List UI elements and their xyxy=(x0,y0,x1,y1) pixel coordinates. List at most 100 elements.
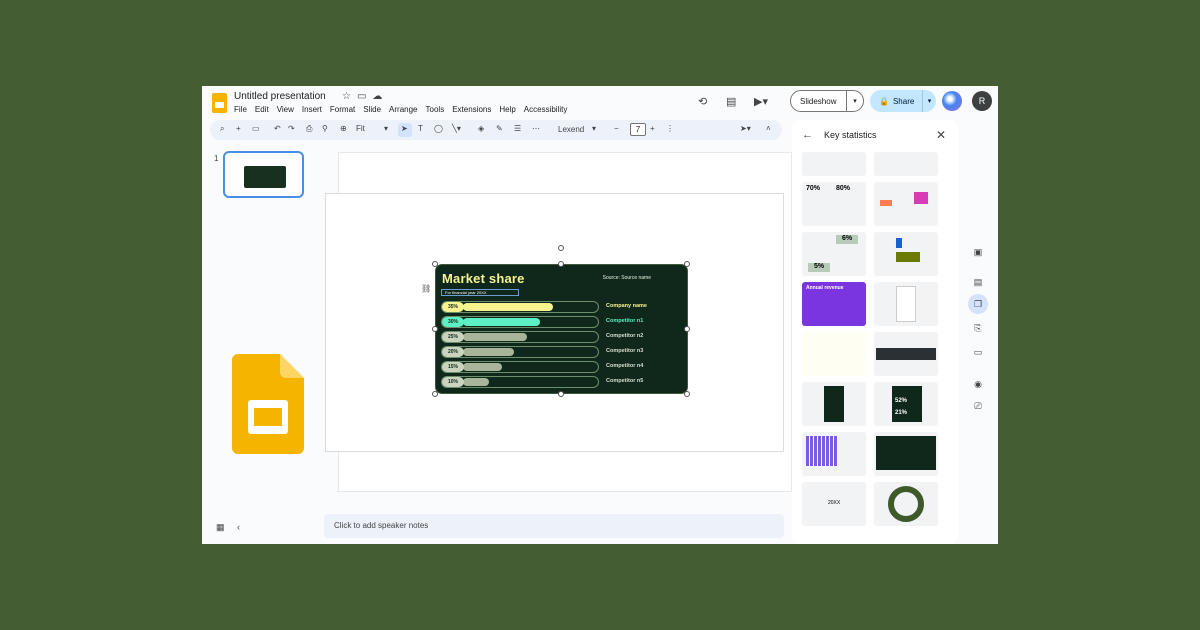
comments-icon[interactable]: ▤ xyxy=(726,95,736,108)
slides-logo-icon[interactable] xyxy=(212,93,227,113)
menu-extensions[interactable]: Extensions xyxy=(452,105,491,114)
bar-row[interactable]: 25% xyxy=(441,331,599,343)
chevron-down-icon[interactable]: ▾ xyxy=(846,91,863,111)
present-icon[interactable]: ⎚ xyxy=(968,396,988,416)
history-icon[interactable]: ⟲ xyxy=(698,95,707,108)
shape-icon[interactable]: ◯ xyxy=(434,124,443,133)
template-card[interactable] xyxy=(802,382,866,426)
grid-view-icon[interactable]: ▦ ‹ xyxy=(216,522,240,533)
menu-view[interactable]: View xyxy=(277,105,294,114)
bar-row[interactable]: 15% xyxy=(441,361,599,373)
resize-handle[interactable] xyxy=(684,326,690,332)
templates-icon[interactable]: ❐ xyxy=(968,294,988,314)
font-size-input[interactable]: 7 xyxy=(630,123,646,136)
document-title[interactable]: Untitled presentation xyxy=(234,91,326,102)
template-card[interactable] xyxy=(802,432,866,476)
line-icon[interactable]: ╲▾ xyxy=(452,124,461,133)
close-icon[interactable]: ✕ xyxy=(936,128,946,142)
search-menus-icon[interactable]: ⌕ xyxy=(220,124,224,134)
zoom-icon[interactable]: ⊕ xyxy=(340,124,347,133)
font-select[interactable]: Lexend xyxy=(554,123,604,137)
share-button[interactable]: 🔒 Share ▾ xyxy=(870,90,936,112)
layout-icon[interactable]: ▭ xyxy=(252,124,260,133)
more-options-icon[interactable]: ⋮ xyxy=(666,124,674,133)
menu-file[interactable]: File xyxy=(234,105,247,114)
gemini-icon[interactable] xyxy=(942,91,962,111)
template-card[interactable] xyxy=(874,152,938,176)
bar-row[interactable]: 10% xyxy=(441,376,599,388)
record-icon[interactable]: ◉ xyxy=(968,374,988,394)
template-card[interactable] xyxy=(874,282,938,326)
border-color-icon[interactable]: ✎ xyxy=(496,124,503,133)
text-box-icon[interactable]: T xyxy=(418,124,423,133)
resize-handle[interactable] xyxy=(432,391,438,397)
back-arrow-icon[interactable]: ← xyxy=(802,129,813,141)
speaker-notes[interactable]: Click to add speaker notes xyxy=(324,514,784,538)
bar-row[interactable]: 35% xyxy=(441,301,599,313)
resize-handle[interactable] xyxy=(558,391,564,397)
template-card[interactable] xyxy=(874,432,938,476)
folder-icon[interactable]: ▭ xyxy=(968,342,988,362)
slideshow-button[interactable]: Slideshow ▾ xyxy=(790,90,864,112)
resize-handle[interactable] xyxy=(432,326,438,332)
template-card[interactable] xyxy=(874,182,938,226)
template-card[interactable]: 70% 80% xyxy=(802,182,866,226)
bar-fill xyxy=(463,303,553,311)
link-off-icon[interactable]: ⛓ xyxy=(421,284,431,293)
print-icon[interactable]: ⎙ xyxy=(306,124,312,134)
template-card[interactable] xyxy=(802,152,866,176)
redo-icon[interactable]: ↷ xyxy=(288,124,295,133)
template-card[interactable] xyxy=(874,232,938,276)
chevron-down-icon[interactable]: ▾ xyxy=(592,124,596,133)
template-card[interactable]: 6% 5% xyxy=(802,232,866,276)
slide-subtitle[interactable]: For financial year 20XX xyxy=(441,289,519,296)
move-folder-icon[interactable]: ▭ xyxy=(357,91,372,102)
docs-icon[interactable]: ⎘ xyxy=(968,318,988,338)
meet-icon[interactable]: ▶▾ xyxy=(754,95,768,108)
tasks-icon[interactable]: ▤ xyxy=(968,272,988,292)
cloud-status-icon[interactable]: ☁ xyxy=(372,91,388,102)
template-card[interactable]: 52% 21% xyxy=(874,382,938,426)
resize-handle[interactable] xyxy=(684,391,690,397)
fill-color-icon[interactable]: ◈ xyxy=(478,124,484,133)
border-dash-icon[interactable]: ⋯ xyxy=(532,124,540,133)
zoom-select[interactable]: Fit xyxy=(356,124,365,133)
star-icon[interactable]: ☆ xyxy=(342,91,357,102)
rotate-handle[interactable] xyxy=(558,245,564,251)
template-card[interactable] xyxy=(802,332,866,376)
menu-edit[interactable]: Edit xyxy=(255,105,269,114)
slide-source[interactable]: Source: Source name xyxy=(603,275,651,281)
border-weight-icon[interactable]: ☰ xyxy=(514,124,521,133)
resize-handle[interactable] xyxy=(432,261,438,267)
avatar[interactable]: R xyxy=(972,91,992,111)
menu-slide[interactable]: Slide xyxy=(363,105,381,114)
slide-title[interactable]: Market share xyxy=(442,271,525,286)
undo-icon[interactable]: ↶ xyxy=(274,124,281,133)
menu-format[interactable]: Format xyxy=(330,105,355,114)
keep-icon[interactable]: ▣ xyxy=(968,242,988,262)
decrease-font-icon[interactable]: − xyxy=(614,124,619,133)
new-slide-icon[interactable]: + xyxy=(236,124,241,133)
chevron-up-icon[interactable]: ˄ xyxy=(766,124,771,133)
menu-arrange[interactable]: Arrange xyxy=(389,105,417,114)
chevron-down-icon[interactable]: ▾ xyxy=(922,90,936,112)
menu-accessibility[interactable]: Accessibility xyxy=(524,105,568,114)
market-share-card[interactable]: Market share Source: Source name For fin… xyxy=(435,264,688,394)
increase-font-icon[interactable]: + xyxy=(650,124,655,133)
resize-handle[interactable] xyxy=(684,261,690,267)
template-card[interactable]: Annual revenue xyxy=(802,282,866,326)
template-card[interactable]: 20XX xyxy=(802,482,866,526)
bar-row[interactable]: 30% xyxy=(441,316,599,328)
slide-thumbnail[interactable] xyxy=(223,151,304,198)
bar-row[interactable]: 20% xyxy=(441,346,599,358)
paint-format-icon[interactable]: ⚲ xyxy=(322,124,328,133)
chevron-down-icon[interactable]: ▾ xyxy=(384,124,388,133)
menu-insert[interactable]: Insert xyxy=(302,105,322,114)
cursor-icon[interactable]: ➤ xyxy=(401,124,408,133)
select-mode-icon[interactable]: ➤▾ xyxy=(740,124,751,133)
template-card[interactable] xyxy=(874,482,938,526)
resize-handle[interactable] xyxy=(558,261,564,267)
menu-help[interactable]: Help xyxy=(499,105,515,114)
menu-tools[interactable]: Tools xyxy=(426,105,445,114)
template-card[interactable] xyxy=(874,332,938,376)
